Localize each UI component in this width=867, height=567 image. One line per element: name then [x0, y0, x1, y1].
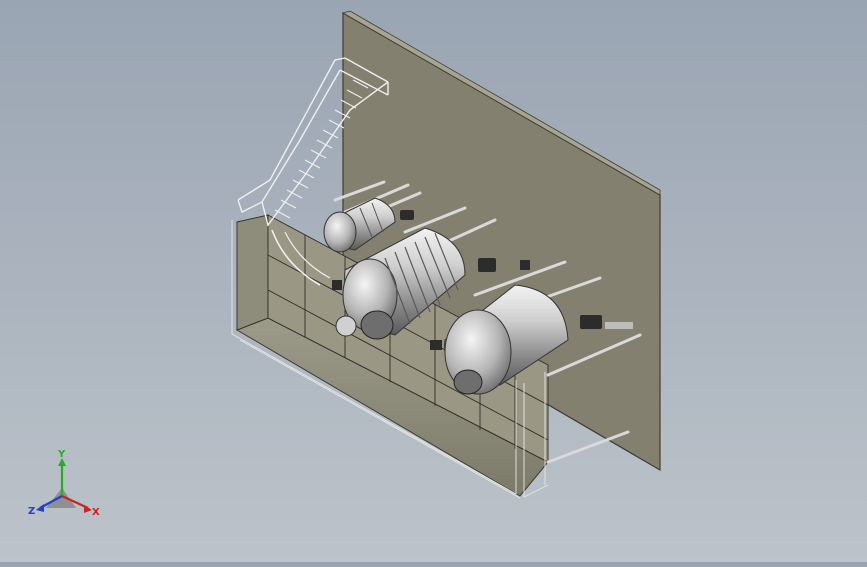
- cad-viewport[interactable]: [0, 0, 867, 562]
- axis-triad-icon: Y X Z: [28, 449, 100, 518]
- y-axis-label: Y: [57, 449, 66, 460]
- z-axis-label: Z: [28, 506, 35, 517]
- coordinate-triad: Y X Z: [26, 448, 106, 528]
- x-axis-label: X: [92, 507, 100, 518]
- assembly-model[interactable]: [0, 0, 867, 562]
